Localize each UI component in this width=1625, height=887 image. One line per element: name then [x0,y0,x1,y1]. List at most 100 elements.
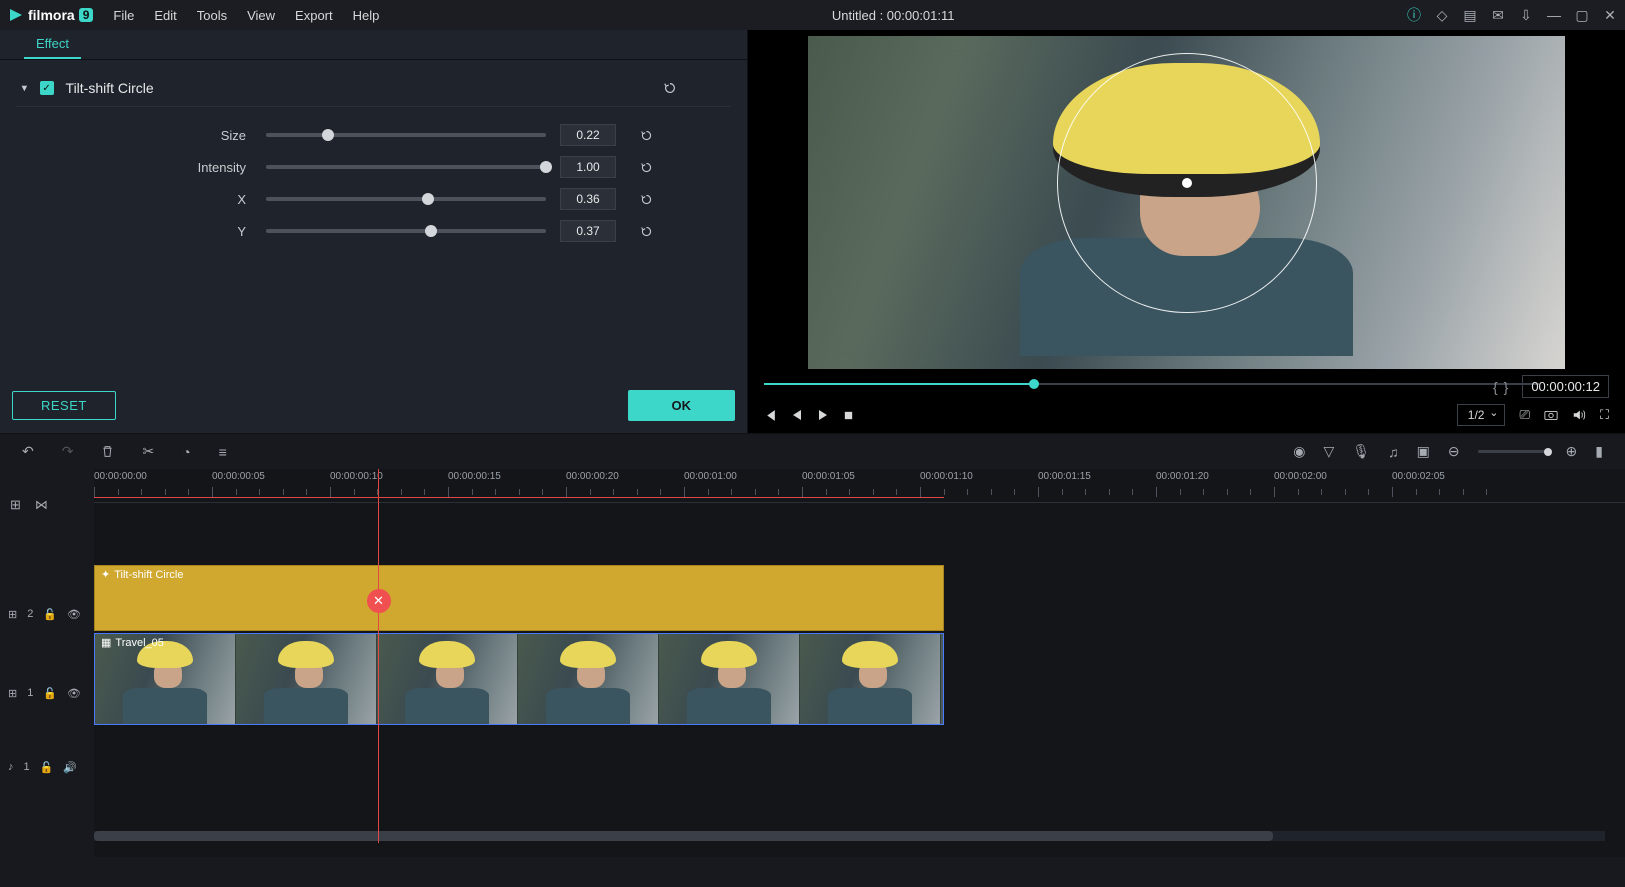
audio-mixer-icon[interactable]: ♫ [1388,444,1399,460]
marker-time-icon[interactable]: ◔ [182,444,190,460]
adjust-icon[interactable]: ≡ [219,444,227,460]
zoom-slider[interactable] [1478,450,1548,453]
param-y-value[interactable]: 0.37 [560,220,616,242]
clip-effect[interactable]: ✦ Tilt-shift Circle [94,565,944,631]
lock-icon[interactable]: 🔓 [43,608,57,621]
crop-icon[interactable]: ▣ [1417,443,1430,460]
timecode-display[interactable]: 00:00:00:12 [1522,375,1609,398]
clip-video[interactable]: ▦ Travel_05 [94,633,944,725]
param-x-value[interactable]: 0.36 [560,188,616,210]
menu-edit[interactable]: Edit [154,8,176,23]
add-track-icon[interactable]: ⊞ [10,497,21,511]
param-size-label: Size [221,128,266,143]
timeline: ⊞ ⋈ ⊞ 2 🔓 👁 ⊞ 1 🔓 👁 ♪ 1 🔓 🔊 00:00:00:000… [0,469,1625,857]
prev-frame-button[interactable] [764,409,777,422]
menu-tools[interactable]: Tools [197,8,227,23]
titlebar: filmora9 File Edit Tools View Export Hel… [0,0,1625,30]
effect-panel: Effect ▸ ✓ Tilt-shift Circle Size 0.22 I… [0,30,748,433]
mark-in-icon[interactable]: { [1493,379,1498,395]
zoom-in-icon[interactable]: ⊕ [1566,443,1578,460]
param-intensity-reset-icon[interactable] [640,161,653,174]
horizontal-scrollbar[interactable] [94,831,1605,841]
render-icon[interactable]: ◉ [1293,443,1305,460]
redo-icon[interactable]: ↷ [62,443,74,460]
fx-clip-icon: ✦ [101,568,110,581]
param-intensity-slider[interactable] [266,165,546,169]
close-icon[interactable]: ✕ [1603,8,1617,22]
fullscreen-icon[interactable]: ⛶ [1600,407,1609,423]
track-head-audio[interactable]: ♪ 1 🔓 🔊 [0,739,94,795]
zoom-out-icon[interactable]: ⊖ [1448,443,1460,460]
param-x-reset-icon[interactable] [640,193,653,206]
timeline-toolbar: ↶ ↷ ✂ ◔ ≡ ◉ ▽ 🎙 ♫ ▣ ⊖ ⊕ ▮ [0,433,1625,469]
maximize-icon[interactable]: ▢ [1575,8,1589,22]
music-icon: ♪ [8,761,14,773]
voiceover-icon[interactable]: 🎙 [1352,443,1370,460]
clip-thumbnail [518,634,659,724]
track-fx-number: 2 [27,608,33,620]
lock-icon[interactable]: 🔓 [43,687,57,700]
param-size-value[interactable]: 0.22 [560,124,616,146]
lock-icon[interactable]: 🔓 [40,761,54,774]
menu-file[interactable]: File [113,8,134,23]
ruler-mark: 00:00:00:05 [212,471,265,482]
playhead-delete-icon[interactable]: ✕ [367,589,391,613]
tab-effect[interactable]: Effect [24,30,81,59]
info-icon[interactable]: ⓘ [1407,8,1421,22]
play-button[interactable] [817,409,829,421]
clip-thumbnail [236,634,377,724]
message-icon[interactable]: ✉ [1491,8,1505,22]
scrubber-thumb[interactable] [1029,379,1039,389]
mark-out-icon[interactable]: } [1504,379,1509,395]
playhead[interactable]: ✕ [378,469,379,843]
menu-view[interactable]: View [247,8,275,23]
menu-export[interactable]: Export [295,8,333,23]
tilt-shift-overlay[interactable] [1057,53,1317,313]
link-icon[interactable]: ⋈ [35,497,48,511]
track-head-video[interactable]: ⊞ 1 🔓 👁 [0,647,94,739]
param-intensity-label: Intensity [198,160,266,175]
clip-thumbnail [659,634,800,724]
ruler-mark: 00:00:02:00 [1274,471,1327,482]
param-x-slider[interactable] [266,197,546,201]
ruler-mark: 00:00:01:00 [684,471,737,482]
menu-help[interactable]: Help [353,8,380,23]
ruler[interactable]: 00:00:00:0000:00:00:0500:00:00:1000:00:0… [94,469,1625,503]
track-head-fx[interactable]: ⊞ 2 🔓 👁 [0,581,94,647]
save-icon[interactable]: ▤ [1463,8,1477,22]
stop-button[interactable] [843,410,854,421]
clip-video-label: Travel_05 [115,637,164,649]
reset-button[interactable]: RESET [12,391,116,420]
param-size-slider[interactable] [266,133,546,137]
param-intensity-value[interactable]: 1.00 [560,156,616,178]
param-y-reset-icon[interactable] [640,225,653,238]
clip-effect-label: Tilt-shift Circle [114,569,183,581]
zoom-fit-icon[interactable]: ▮ [1595,443,1603,460]
preview-quality-icon[interactable]: ⎚ [1519,407,1529,423]
snapshot-icon[interactable] [1544,408,1558,422]
ok-button[interactable]: OK [628,390,736,421]
preview-scale-select[interactable]: 1/2 [1457,404,1506,426]
effect-reset-icon[interactable] [663,81,677,95]
eye-icon[interactable]: 👁 [67,608,81,621]
eye-icon[interactable]: 👁 [67,687,81,700]
param-y-slider[interactable] [266,229,546,233]
clip-thumbnail [377,634,518,724]
play-back-button[interactable] [791,409,803,421]
split-icon[interactable]: ✂ [142,443,154,460]
param-size-reset-icon[interactable] [640,129,653,142]
video-clip-icon: ▦ [101,636,111,649]
marker-icon[interactable]: ▽ [1324,443,1335,460]
delete-icon[interactable] [101,445,114,458]
account-icon[interactable]: ◇ [1435,8,1449,22]
effect-enable-checkbox[interactable]: ✓ [40,81,54,95]
undo-icon[interactable]: ↶ [22,443,34,460]
volume-icon[interactable] [1572,408,1586,422]
effect-header[interactable]: ▸ ✓ Tilt-shift Circle [16,70,731,107]
speaker-icon[interactable]: 🔊 [63,761,77,774]
minimize-icon[interactable]: — [1547,8,1561,22]
mic-icon[interactable]: ⇩ [1519,8,1533,22]
track-area[interactable]: ✦ Tilt-shift Circle ▦ Travel_05 ✕ [94,503,1625,843]
window-title: Untitled : 00:00:01:11 [379,8,1407,23]
preview-viewport[interactable] [808,36,1565,369]
